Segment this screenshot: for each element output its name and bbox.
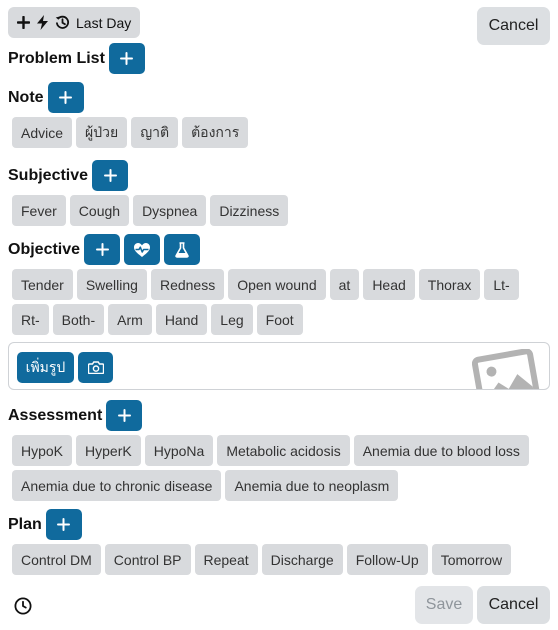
history-icon	[55, 15, 70, 30]
heart-pulse-icon	[134, 242, 151, 257]
assessment-chips-row-2: Anemia due to chronic disease Anemia due…	[12, 470, 399, 501]
assessment-title: Assessment	[8, 406, 103, 424]
add-plan-button[interactable]	[45, 509, 82, 540]
photo-panel: เพิ่มรูป	[8, 342, 550, 390]
note-chip[interactable]: ต้องการ	[182, 117, 249, 148]
problem-list-title: Problem List	[8, 49, 105, 67]
plan-section: Plan	[8, 509, 82, 540]
problem-list-section: Problem List	[8, 43, 145, 74]
objective-chip[interactable]: Redness	[150, 269, 225, 300]
vital-signs-button[interactable]	[124, 234, 161, 265]
subjective-chips: Fever Cough Dyspnea Dizziness	[12, 195, 289, 226]
objective-chip[interactable]: Thorax	[418, 269, 481, 300]
subjective-title: Subjective	[8, 166, 89, 184]
assessment-chip[interactable]: HypoK	[12, 435, 73, 466]
add-objective-button[interactable]	[84, 234, 121, 265]
assessment-chips-row-1: HypoK HyperK HypoNa Metabolic acidosis A…	[12, 435, 529, 466]
objective-chip[interactable]: Hand	[155, 304, 208, 335]
objective-chip[interactable]: Leg	[211, 304, 253, 335]
add-note-button[interactable]	[47, 82, 84, 113]
objective-chips-row-1: Tender Swelling Redness Open wound at He…	[12, 269, 519, 300]
assessment-chip[interactable]: Anemia due to neoplasm	[225, 470, 399, 501]
objective-chip[interactable]: Tender	[12, 269, 73, 300]
add-problem-button[interactable]	[108, 43, 145, 74]
subjective-chip[interactable]: Dizziness	[210, 195, 289, 226]
header-cancel-button[interactable]: Cancel	[477, 7, 550, 45]
subjective-chip[interactable]: Dyspnea	[133, 195, 207, 226]
note-chip[interactable]: Advice	[12, 117, 73, 148]
save-button[interactable]: Save	[415, 586, 473, 624]
objective-chip[interactable]: Both-	[52, 304, 105, 335]
image-placeholder-icon	[471, 348, 542, 389]
objective-chips-row-2: Rt- Both- Arm Hand Leg Foot	[12, 304, 303, 335]
last-day-label: Last Day	[76, 14, 132, 31]
camera-button[interactable]	[78, 352, 113, 383]
add-assessment-button[interactable]	[106, 400, 143, 431]
add-subjective-button[interactable]	[92, 160, 129, 191]
add-photo-button[interactable]: เพิ่มรูป	[17, 352, 74, 383]
plan-chip[interactable]: Discharge	[261, 544, 343, 575]
plan-chip[interactable]: Control BP	[104, 544, 191, 575]
assessment-section: Assessment	[8, 400, 143, 431]
plan-chip[interactable]: Follow-Up	[346, 544, 428, 575]
lab-button[interactable]	[164, 234, 201, 265]
assessment-chip[interactable]: Anemia due to chronic disease	[12, 470, 222, 501]
note-chips: Advice ผู้ป่วย ญาติ ต้องการ	[12, 117, 249, 148]
plus-icon	[103, 169, 117, 182]
plan-title: Plan	[8, 515, 42, 533]
plan-chip[interactable]: Tomorrow	[431, 544, 512, 575]
footer-cancel-button[interactable]: Cancel	[477, 586, 550, 624]
plus-icon	[95, 243, 109, 256]
plan-chips: Control DM Control BP Repeat Discharge F…	[12, 544, 512, 575]
clock-icon[interactable]	[14, 597, 32, 620]
plan-chip[interactable]: Repeat	[194, 544, 258, 575]
plus-icon	[120, 52, 134, 65]
plus-icon	[117, 409, 131, 422]
note-section: Note	[8, 82, 84, 113]
bolt-icon	[36, 15, 49, 30]
plus-icon	[57, 518, 71, 531]
objective-chip[interactable]: at	[329, 269, 360, 300]
note-chip[interactable]: ผู้ป่วย	[76, 117, 128, 148]
objective-title: Objective	[8, 240, 81, 258]
last-day-button[interactable]: Last Day	[8, 7, 141, 38]
objective-chip[interactable]: Open wound	[228, 269, 326, 300]
plus-icon	[17, 16, 30, 29]
plan-chip[interactable]: Control DM	[12, 544, 101, 575]
flask-icon	[175, 241, 189, 258]
objective-chip[interactable]: Swelling	[76, 269, 147, 300]
subjective-chip[interactable]: Fever	[12, 195, 66, 226]
objective-chip[interactable]: Lt-	[484, 269, 519, 300]
objective-chip[interactable]: Rt-	[12, 304, 49, 335]
assessment-chip[interactable]: Metabolic acidosis	[217, 435, 350, 466]
objective-chip[interactable]: Foot	[256, 304, 303, 335]
objective-chip[interactable]: Head	[363, 269, 415, 300]
camera-icon	[87, 361, 104, 374]
plus-icon	[59, 91, 73, 104]
assessment-chip[interactable]: HypoNa	[144, 435, 214, 466]
objective-chip[interactable]: Arm	[108, 304, 152, 335]
assessment-chip[interactable]: Anemia due to blood loss	[353, 435, 529, 466]
subjective-chip[interactable]: Cough	[69, 195, 130, 226]
subjective-section: Subjective	[8, 160, 129, 191]
assessment-chip[interactable]: HyperK	[76, 435, 141, 466]
objective-section: Objective	[8, 234, 201, 265]
note-title: Note	[8, 88, 44, 106]
note-chip[interactable]: ญาติ	[131, 117, 179, 148]
